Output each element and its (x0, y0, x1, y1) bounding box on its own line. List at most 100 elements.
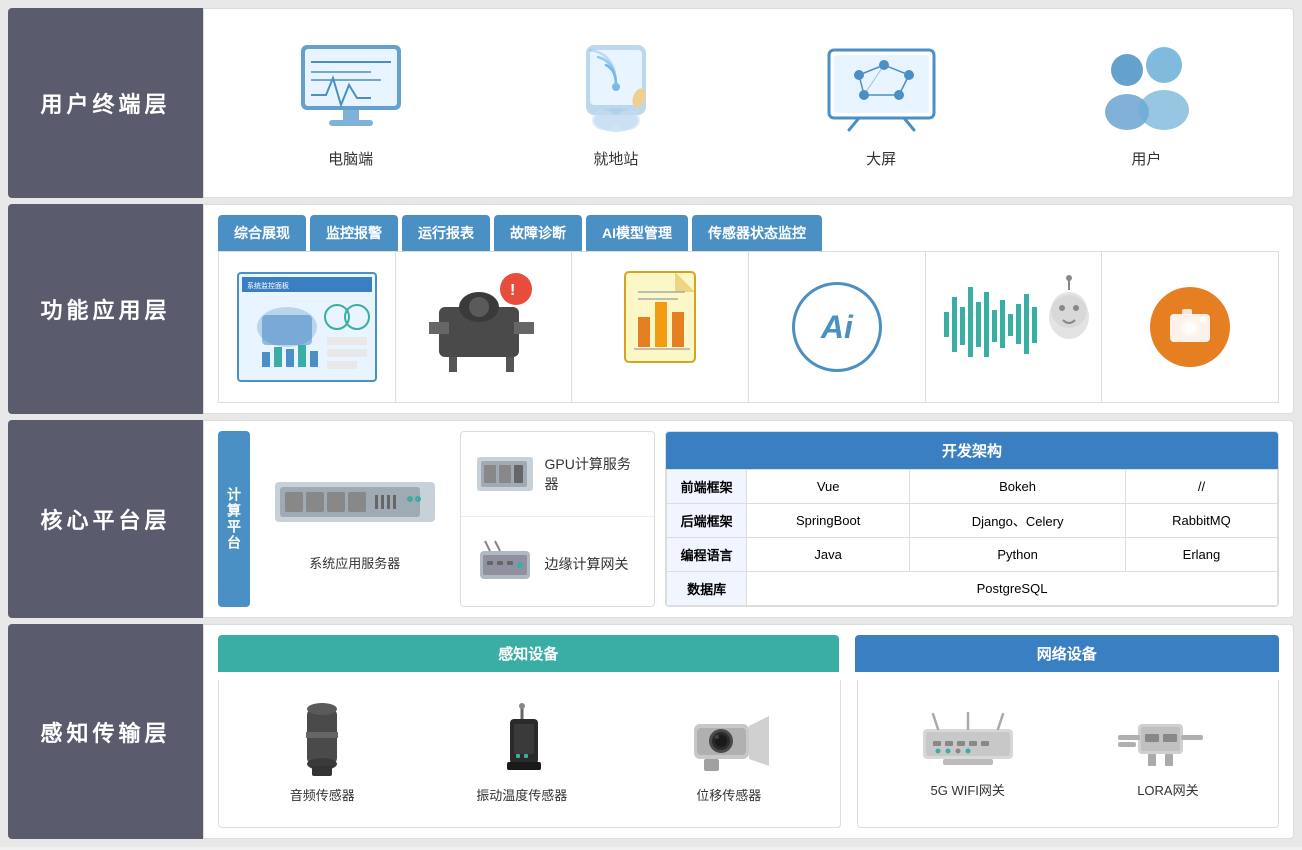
fw-val-python: Python (910, 538, 1126, 572)
core-platform-label: 核心平台层 (8, 420, 203, 618)
tab-comprehensive[interactable]: 综合展现 (218, 215, 306, 251)
function-app-label: 功能应用层 (8, 204, 203, 414)
sensing-items-row: 音频传感器 (218, 680, 1279, 828)
tab-sensor-monitor[interactable]: 传感器状态监控 (692, 215, 822, 251)
big-screen-icon (824, 40, 939, 135)
platform-right-col: GPU计算服务器 (460, 431, 656, 607)
vibration-sensor-item: 振动温度传感器 (476, 704, 567, 804)
fw-val-springboot: SpringBoot (747, 504, 910, 538)
panel-monitoring: ! (396, 252, 573, 402)
user-terminal-layer: 用户终端层 (8, 8, 1294, 198)
big-screen-item: 大屏 (821, 38, 941, 169)
panel-sensor-monitor (1102, 252, 1278, 402)
fw-val-django: Django、Celery (910, 504, 1126, 538)
displacement-sensor-label: 位移传感器 (696, 785, 761, 804)
local-station-label: 就地站 (593, 148, 638, 169)
local-station-item: 就地站 (556, 38, 676, 169)
fw-cat-frontend: 前端框架 (667, 470, 747, 504)
network-group-label: 网络设备 (855, 635, 1279, 672)
desktop-icon-box (291, 38, 411, 138)
fw-row-db: 数据库 PostgreSQL (667, 572, 1278, 606)
desktop-item: 电脑端 (291, 38, 411, 169)
terminal-items: 电脑端 (218, 38, 1279, 169)
server-svg (270, 467, 440, 547)
fw-row-backend: 后端框架 SpringBoot Django、Celery RabbitMQ (667, 504, 1278, 538)
func-panels: 系统监控面板 (218, 251, 1279, 403)
tab-fault[interactable]: 故障诊断 (494, 215, 582, 251)
tab-report[interactable]: 运行报表 (402, 215, 490, 251)
sensing-label: 感知传输层 (8, 624, 203, 839)
vibration-sensor-label: 振动温度传感器 (476, 785, 567, 804)
network-items: 5G WIFI网关 (857, 680, 1279, 828)
lora-gateway-svg (1118, 709, 1218, 774)
wifi-gateway-svg (918, 709, 1018, 774)
dashboard-screenshot: 系统监控面板 (237, 272, 377, 382)
big-screen-label: 大屏 (866, 148, 896, 169)
function-app-content: 综合展现 监控报警 运行报表 故障诊断 AI模型管理 传感器状态监控 系统监控面… (203, 204, 1294, 414)
fw-row-frontend: 前端框架 Vue Bokeh // (667, 470, 1278, 504)
compute-label: 计算平台 (218, 431, 250, 607)
dev-framework: 开发架构 前端框架 Vue Bokeh // 后端框架 SpringBoot D… (665, 431, 1279, 607)
local-station-icon-box (556, 38, 676, 138)
user-icon-box (1086, 38, 1206, 138)
audio-sensor-svg (292, 704, 352, 779)
displacement-sensor-item: 位移传感器 (689, 704, 769, 804)
camera-svg (1165, 302, 1215, 352)
fw-val-bokeh: Bokeh (910, 470, 1126, 504)
edge-gateway-label: 边缘计算网关 (545, 554, 629, 574)
user-terminal-content: 电脑端 (203, 8, 1294, 198)
server-col: 系统应用服务器 (258, 431, 452, 607)
fw-val-postgresql: PostgreSQL (747, 572, 1278, 606)
panel-report (572, 252, 749, 402)
panel-ai-model (926, 252, 1103, 402)
desktop-icon (291, 40, 411, 135)
dashboard-svg: 系统监控面板 (242, 277, 372, 377)
user-label: 用户 (1131, 148, 1161, 169)
perception-group-label: 感知设备 (218, 635, 839, 672)
perception-items: 音频传感器 (218, 680, 841, 828)
sensing-group-headers: 感知设备 网络设备 (218, 635, 1279, 672)
gpu-server-label: GPU计算服务器 (545, 454, 641, 494)
sensing-content: 感知设备 网络设备 (203, 624, 1294, 839)
panel-fault: Ai (749, 252, 926, 402)
gpu-server-svg (475, 449, 535, 499)
platform-left: 计算平台 (218, 431, 655, 607)
big-screen-icon-box (821, 38, 941, 138)
report-svg (610, 267, 710, 387)
user-terminal-label: 用户终端层 (8, 8, 203, 198)
pump-svg: ! (424, 267, 544, 387)
vibration-sensor-svg (492, 704, 552, 779)
audio-sensor-item: 音频传感器 (290, 704, 355, 804)
fw-val-vue: Vue (747, 470, 910, 504)
audio-sensor-label: 音频传感器 (290, 785, 355, 804)
main-container: 用户终端层 (0, 0, 1302, 847)
lora-gateway-label: LORA网关 (1137, 780, 1198, 799)
function-app-layer: 功能应用层 综合展现 监控报警 运行报表 故障诊断 AI模型管理 传感器状态监控 (8, 204, 1294, 414)
camera-icon (1150, 287, 1230, 367)
fw-val-erlang: Erlang (1125, 538, 1277, 572)
user-item: 用户 (1086, 38, 1206, 169)
displacement-sensor-svg (689, 704, 769, 779)
user-icon (1089, 40, 1204, 135)
edge-gateway-svg (475, 539, 535, 589)
ai-model-svg (939, 272, 1089, 382)
wifi-gateway-item: 5G WIFI网关 (918, 709, 1018, 799)
fw-row-lang: 编程语言 Java Python Erlang (667, 538, 1278, 572)
edge-gateway-row: 边缘计算网关 (461, 523, 655, 607)
tab-monitoring[interactable]: 监控报警 (310, 215, 398, 251)
panel-comprehensive: 系统监控面板 (219, 252, 396, 402)
fw-cat-lang: 编程语言 (667, 538, 747, 572)
dev-framework-table: 前端框架 Vue Bokeh // 后端框架 SpringBoot Django… (666, 469, 1278, 606)
sensing-layer: 感知传输层 感知设备 网络设备 (8, 624, 1294, 839)
fw-val-rabbitmq: RabbitMQ (1125, 504, 1277, 538)
core-platform-layer: 核心平台层 计算平台 (8, 420, 1294, 618)
fw-val-java: Java (747, 538, 910, 572)
ai-badge: Ai (792, 282, 882, 372)
desktop-label: 电脑端 (328, 148, 373, 169)
gpu-server-row: GPU计算服务器 (461, 432, 655, 517)
fw-cat-db: 数据库 (667, 572, 747, 606)
tab-ai-model[interactable]: AI模型管理 (586, 215, 688, 251)
svg-text:系统监控面板: 系统监控面板 (247, 281, 289, 290)
local-station-icon (561, 40, 671, 135)
func-tabs: 综合展现 监控报警 运行报表 故障诊断 AI模型管理 传感器状态监控 (218, 215, 1279, 251)
